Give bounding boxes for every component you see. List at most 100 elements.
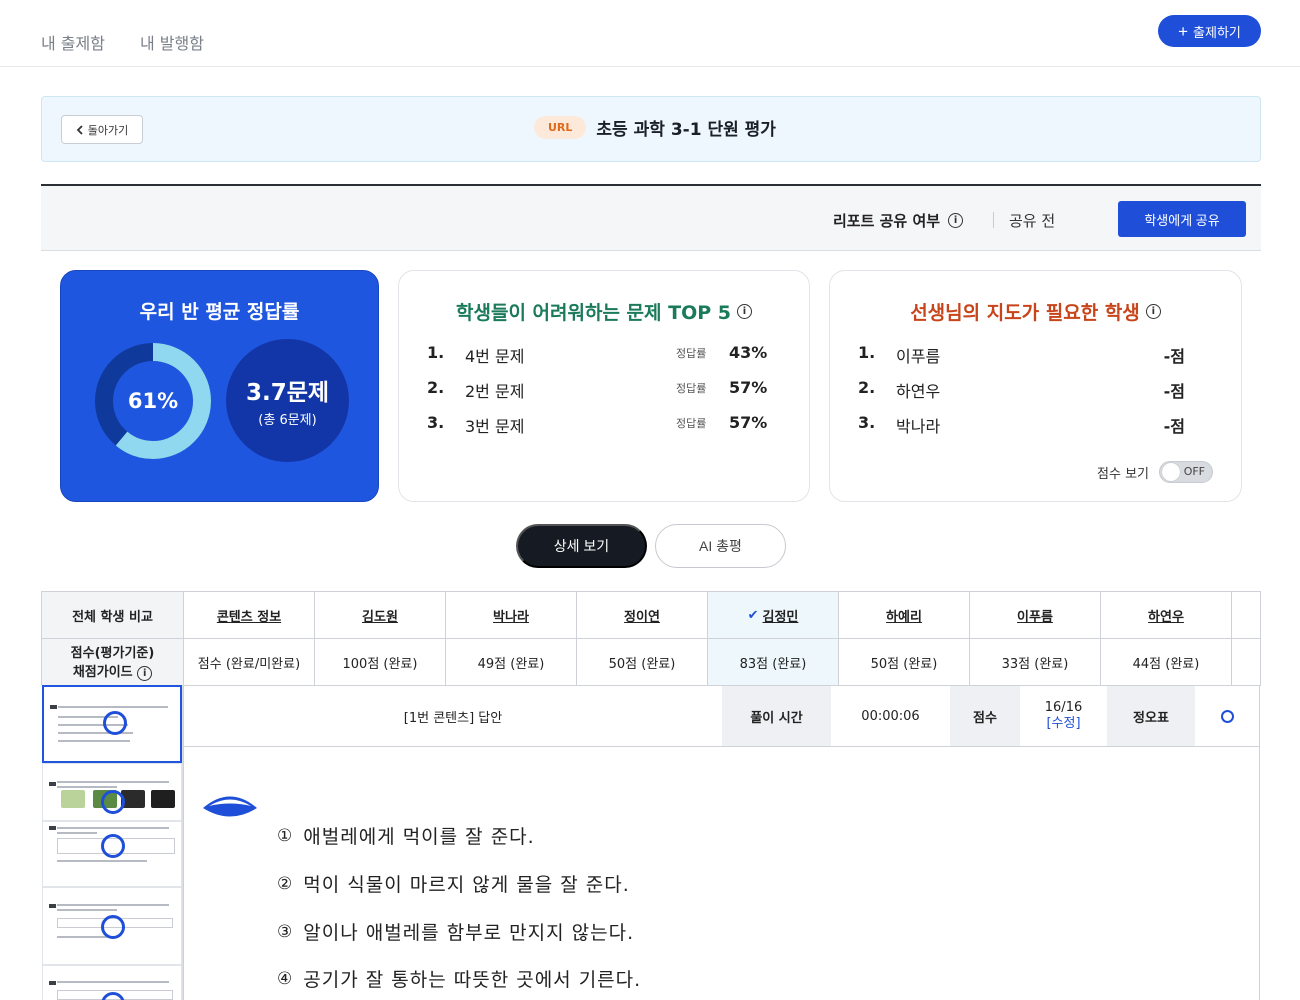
top-nav: 내 출제함 내 발행함 + 출제하기 xyxy=(0,0,1300,67)
column-header-student[interactable]: 박나라 xyxy=(446,592,577,639)
column-header-student[interactable]: 김도원 xyxy=(315,592,446,639)
score-view-label: 점수 보기 xyxy=(1097,466,1149,482)
column-header-label: 정이연 xyxy=(624,609,660,625)
table-cell: 44점 (완료) xyxy=(1101,639,1232,686)
result-label: 정오표 xyxy=(1107,686,1195,746)
question-name: 4번 문제 xyxy=(465,347,525,366)
grading-guide-text: 채점가이드 xyxy=(72,664,133,680)
option-text: 애벌레에게 먹이를 잘 준다. xyxy=(303,826,535,848)
back-button[interactable]: 돌아가기 xyxy=(61,115,143,144)
info-icon[interactable]: i xyxy=(948,213,964,228)
answer-content: ① 애벌레에게 먹이를 잘 준다. ② 먹이 식물이 마르지 않게 물을 잘 준… xyxy=(183,747,1260,1000)
student-row[interactable]: 2. 하연우 -점 xyxy=(830,378,1241,402)
tab-detail-view[interactable]: 상세 보기 xyxy=(516,524,647,568)
rate-label: 정답률 xyxy=(676,347,707,360)
rank-number: 3. xyxy=(427,413,445,432)
score-cell: 16/16 [수정] xyxy=(1020,686,1107,746)
rate-value: 57% xyxy=(729,378,768,397)
column-header-student[interactable]: 하연우 xyxy=(1101,592,1232,639)
student-score: -점 xyxy=(1163,347,1185,366)
create-question-label: 출제하기 xyxy=(1193,24,1241,40)
share-to-students-button[interactable]: 학생에게 공유 xyxy=(1118,201,1246,237)
grading-guide-label[interactable]: 채점가이드 i xyxy=(72,663,153,682)
hard-question-row[interactable]: 2. 2번 문제 정답률 57% xyxy=(399,378,809,402)
rank-number: 2. xyxy=(858,378,876,397)
rate-label: 정답률 xyxy=(676,382,707,395)
content-answer-label: [1번 콘텐츠] 답안 xyxy=(403,710,503,726)
column-header-label: 박나라 xyxy=(493,609,529,625)
info-icon[interactable]: i xyxy=(137,665,153,681)
question-thumbnail[interactable] xyxy=(42,965,182,1000)
table-cell-empty xyxy=(1232,592,1260,639)
table-cell: 점수 (완료/미완료) xyxy=(184,639,315,686)
tab-my-questions[interactable]: 내 출제함 xyxy=(41,30,105,54)
student-name: 박나라 xyxy=(896,417,941,436)
rate-value: 43% xyxy=(729,343,768,362)
edit-score-link[interactable]: [수정] xyxy=(1046,716,1080,732)
rate-label: 정답률 xyxy=(676,417,707,430)
question-thumbnail-list[interactable] xyxy=(41,685,183,1000)
score-view-toggle-wrap: 점수 보기 OFF xyxy=(1097,461,1213,483)
class-average-card: 우리 반 평균 정답률 61% 3.7문제 (총 6문제) xyxy=(60,270,379,502)
tab-ai-summary[interactable]: AI 총평 xyxy=(655,524,786,568)
answer-option: ② 먹이 식물이 마르지 않게 물을 잘 준다. xyxy=(277,870,630,897)
share-status-label: 리포트 공유 여부 i xyxy=(833,210,964,231)
thumb-line xyxy=(57,786,117,788)
column-header-content-info[interactable]: 콘텐츠 정보 xyxy=(184,592,315,639)
column-header-label: 콘텐츠 정보 xyxy=(216,609,282,625)
corner-header: 전체 학생 비교 xyxy=(42,592,184,639)
share-bar: 리포트 공유 여부 i 공유 전 학생에게 공유 xyxy=(41,184,1261,251)
question-thumbnail[interactable] xyxy=(42,887,182,965)
thumb-image xyxy=(151,790,175,808)
thumb-line xyxy=(57,860,147,862)
check-icon: ✔ xyxy=(747,607,759,623)
hard-questions-card: 학생들이 어려워하는 문제 TOP 5 i 1. 4번 문제 정답률 43% 2… xyxy=(398,270,810,502)
answer-summary-bar: [1번 콘텐츠] 답안 풀이 시간 00:00:06 점수 16/16 [수정]… xyxy=(183,685,1260,747)
share-label-text: 리포트 공유 여부 xyxy=(833,212,941,230)
question-thumbnail[interactable] xyxy=(42,821,182,887)
correct-mark-icon xyxy=(101,915,125,939)
back-label: 돌아가기 xyxy=(87,124,129,137)
hard-question-row[interactable]: 3. 3번 문제 정답률 57% xyxy=(399,413,809,437)
thumb-line xyxy=(57,827,169,829)
class-average-title: 우리 반 평균 정답률 xyxy=(139,301,300,323)
column-header-label: 이푸름 xyxy=(1017,609,1053,625)
column-header-student[interactable]: 이푸름 xyxy=(970,592,1101,639)
hard-question-row[interactable]: 1. 4번 문제 정답률 43% xyxy=(399,343,809,367)
correct-mark-icon xyxy=(101,790,125,814)
student-row[interactable]: 3. 박나라 -점 xyxy=(830,413,1241,437)
solve-time-value: 00:00:06 xyxy=(861,708,920,724)
result-cell xyxy=(1195,686,1259,746)
score-view-toggle[interactable]: OFF xyxy=(1159,461,1213,483)
column-header-student[interactable]: 정이연 xyxy=(577,592,708,639)
toggle-state: OFF xyxy=(1183,465,1205,478)
title-wrap: URL 초등 과학 3-1 단원 평가 xyxy=(534,115,776,140)
column-header-student[interactable]: 하예리 xyxy=(839,592,970,639)
info-icon[interactable]: i xyxy=(1145,304,1161,319)
thumb-line xyxy=(57,781,169,783)
score-criteria-label: 점수(평가기준) xyxy=(70,645,155,661)
question-thumbnail-selected[interactable] xyxy=(42,685,182,763)
student-row[interactable]: 1. 이푸름 -점 xyxy=(830,343,1241,367)
tab-my-published[interactable]: 내 발행함 xyxy=(140,30,204,54)
option-number: ① xyxy=(277,825,294,846)
option-number: ③ xyxy=(277,921,294,942)
create-question-button[interactable]: + 출제하기 xyxy=(1158,15,1261,47)
thumb-line xyxy=(58,740,130,742)
toggle-knob xyxy=(1162,463,1180,481)
table-cell: 49점 (완료) xyxy=(446,639,577,686)
average-percent: 61% xyxy=(127,389,179,413)
column-header-student-selected[interactable]: ✔ 김정민 xyxy=(708,592,839,639)
question-thumbnail[interactable] xyxy=(42,763,182,821)
url-badge: URL xyxy=(534,116,587,139)
info-icon[interactable]: i xyxy=(737,304,752,319)
thumb-line xyxy=(57,981,169,983)
eye-icon[interactable] xyxy=(201,791,259,825)
divider xyxy=(993,212,994,228)
thumb-line xyxy=(57,832,97,834)
total-questions: (총 6문제) xyxy=(258,413,317,428)
table-cell: 83점 (완료) xyxy=(708,639,839,686)
thumb-line xyxy=(57,936,107,938)
student-name: 이푸름 xyxy=(896,347,941,366)
student-score: -점 xyxy=(1163,417,1185,436)
